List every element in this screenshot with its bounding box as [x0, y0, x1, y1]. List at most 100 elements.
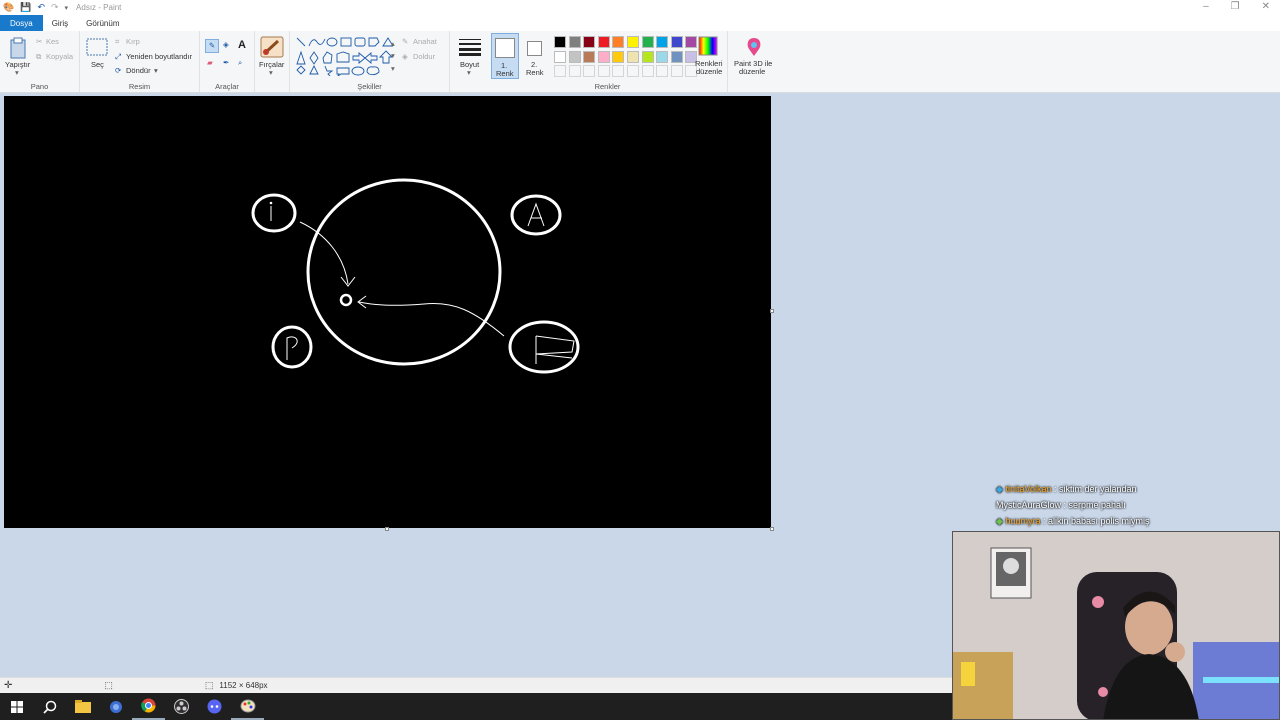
edit-colors-icon[interactable] [698, 36, 718, 58]
custom-color-slot[interactable] [568, 65, 581, 77]
fill-bucket-icon[interactable]: ◈ [223, 40, 229, 49]
color-swatch[interactable] [656, 36, 669, 48]
copy-button[interactable]: Kopyala [46, 52, 73, 61]
resize-handle-right[interactable] [770, 309, 774, 313]
select-icon[interactable] [86, 38, 108, 58]
color-swatch[interactable] [554, 50, 566, 63]
color-swatch[interactable] [568, 50, 581, 63]
paint-taskbar-icon[interactable] [231, 693, 264, 720]
custom-color-slot[interactable] [670, 65, 683, 77]
tab-giris[interactable]: Giriş [43, 15, 77, 31]
search-icon[interactable] [33, 693, 66, 720]
custom-color-slot[interactable] [583, 65, 596, 77]
paint3d-label-2[interactable]: düzenle [739, 67, 765, 76]
chat-username: MysticAuraGlow [996, 500, 1062, 510]
rotate-icon[interactable]: ⟳ [115, 66, 121, 75]
shapes-expand-icon[interactable]: ▾ [391, 64, 395, 73]
color-swatch[interactable] [612, 36, 625, 48]
custom-color-slot[interactable] [597, 65, 610, 77]
shapes-scroll-down-icon[interactable]: ▾ [391, 51, 395, 60]
color-swatch[interactable] [670, 50, 683, 63]
app-blue-icon[interactable] [99, 693, 132, 720]
window-title: Adsız - Paint [76, 3, 122, 12]
cut-icon[interactable]: ✂ [36, 37, 42, 46]
group-resim: Seç ⌗ Kırp ⤢ Yeniden boyutlandır ⟳ Döndü… [80, 31, 200, 93]
color1-selector[interactable]: 1. Renk [491, 33, 519, 79]
shapes-gallery[interactable] [295, 36, 393, 76]
chat-line: ◆ huumyra : alikin babası polis miymiş [996, 514, 1256, 530]
pencil-icon[interactable]: ✎ [205, 39, 219, 53]
edit-colors-label-2[interactable]: düzenle [696, 67, 722, 76]
paint3d-icon[interactable] [744, 36, 764, 60]
color-picker-icon[interactable]: ✒ [223, 58, 229, 67]
rotate-dropdown-icon[interactable]: ▾ [154, 66, 158, 75]
tab-gorunum[interactable]: Görünüm [77, 15, 128, 31]
resize-icon[interactable]: ⤢ [115, 52, 121, 62]
color-swatch[interactable] [627, 36, 639, 48]
size-dropdown-icon[interactable]: ▾ [467, 68, 471, 77]
eraser-icon[interactable]: ▰ [207, 58, 213, 67]
color-swatch[interactable] [670, 36, 683, 48]
obs-icon[interactable] [165, 693, 198, 720]
rotate-button[interactable]: Döndür [126, 66, 151, 75]
color-swatch[interactable] [554, 36, 566, 48]
color-swatch[interactable] [568, 36, 581, 48]
color-swatch[interactable] [641, 50, 654, 63]
glyph-p [286, 336, 298, 360]
paste-dropdown-icon[interactable]: ▾ [15, 68, 19, 77]
crop-icon[interactable]: ⌗ [115, 37, 119, 47]
paste-icon[interactable] [9, 37, 27, 61]
chrome-icon[interactable] [132, 693, 165, 720]
close-button[interactable]: ✕ [1262, 1, 1270, 12]
file-explorer-icon[interactable] [66, 693, 99, 720]
color2-selector[interactable]: 2. Renk [522, 33, 550, 79]
fill-button[interactable]: Doldur [413, 52, 435, 61]
select-button[interactable]: Seç [91, 60, 104, 69]
cut-button[interactable]: Kes [46, 37, 59, 46]
shapes-scroll-up-icon[interactable]: ▴ [391, 39, 395, 48]
color-swatch[interactable] [597, 36, 610, 48]
restore-button[interactable]: ❐ [1231, 1, 1240, 12]
color-swatch[interactable] [656, 50, 669, 63]
custom-color-slot[interactable] [641, 65, 654, 77]
customize-qa-icon[interactable]: ▾ [65, 4, 69, 12]
color-swatch[interactable] [685, 36, 698, 48]
paint-app-icon: 🎨 [3, 2, 15, 12]
copy-icon[interactable]: ⧉ [36, 52, 41, 62]
chat-message: : alikin babası polis miymiş [1042, 516, 1150, 526]
glyph-a [527, 202, 545, 227]
resize-handle-bottom[interactable] [385, 527, 389, 531]
color-swatch[interactable] [583, 36, 596, 48]
redo-icon[interactable]: ↷ [51, 2, 59, 13]
brushes-dropdown-icon[interactable]: ▾ [269, 68, 273, 77]
color-swatch[interactable] [641, 36, 654, 48]
chat-badge-icon: ◆ [996, 516, 1003, 526]
color-swatch[interactable] [597, 50, 610, 63]
custom-color-slot[interactable] [554, 65, 566, 77]
size-icon[interactable] [459, 38, 481, 58]
resize-button[interactable]: Yeniden boyutlandır [126, 52, 192, 61]
color-swatch[interactable] [627, 50, 639, 63]
custom-color-slot[interactable] [656, 65, 669, 77]
color-swatch[interactable] [583, 50, 596, 63]
minimize-button[interactable]: – [1203, 1, 1209, 12]
magnifier-icon[interactable]: ⌕ [238, 58, 242, 68]
tab-dosya[interactable]: Dosya [0, 15, 43, 31]
save-icon[interactable]: 💾 [20, 2, 31, 13]
undo-icon[interactable]: ↶ [37, 2, 45, 13]
outline-icon[interactable]: ✎ [402, 37, 408, 46]
custom-color-slot[interactable] [612, 65, 625, 77]
start-windows-icon[interactable] [0, 693, 33, 720]
arrow-right [358, 301, 505, 337]
text-tool-icon[interactable]: A [238, 39, 246, 51]
custom-color-slot[interactable] [627, 65, 639, 77]
discord-icon[interactable] [198, 693, 231, 720]
drawing-canvas[interactable] [4, 96, 771, 528]
chat-line: MysticAuraGlow : serpme pahalı [996, 498, 1256, 514]
resize-handle-corner[interactable] [770, 527, 774, 531]
crop-button[interactable]: Kırp [126, 37, 140, 46]
fill-icon[interactable]: ◈ [402, 52, 408, 61]
brushes-icon[interactable] [260, 36, 284, 60]
color-swatch[interactable] [612, 50, 625, 63]
outline-button[interactable]: Anahat [413, 37, 437, 46]
